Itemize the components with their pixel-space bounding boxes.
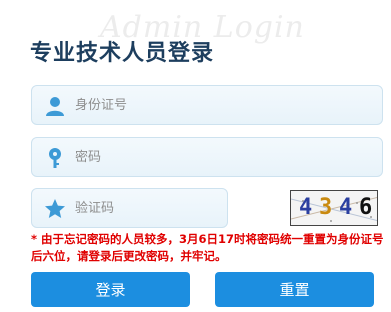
password-reset-notice: * 由于忘记密码的人员较多，3月6日17时将密码统一重置为身份证号后六位，请登录… bbox=[31, 232, 384, 263]
reset-button[interactable]: 重置 bbox=[215, 272, 374, 307]
password-field[interactable] bbox=[31, 137, 383, 177]
captcha-digit: 4 bbox=[299, 195, 313, 220]
password-input[interactable] bbox=[75, 138, 375, 176]
captcha-field[interactable] bbox=[31, 188, 228, 228]
user-icon bbox=[44, 95, 66, 117]
page-title: 专业技术人员登录 bbox=[30, 41, 215, 66]
captcha-image[interactable]: 4 3 4 6 bbox=[290, 190, 378, 226]
star-icon bbox=[44, 198, 66, 220]
id-number-input[interactable] bbox=[75, 86, 375, 124]
captcha-input[interactable] bbox=[75, 189, 220, 227]
captcha-digit: 6 bbox=[359, 195, 373, 220]
id-number-field[interactable] bbox=[31, 85, 383, 125]
captcha-digit: 3 bbox=[319, 195, 333, 220]
key-icon bbox=[44, 147, 66, 169]
captcha-digit: 4 bbox=[339, 195, 353, 220]
login-button[interactable]: 登录 bbox=[31, 272, 190, 307]
